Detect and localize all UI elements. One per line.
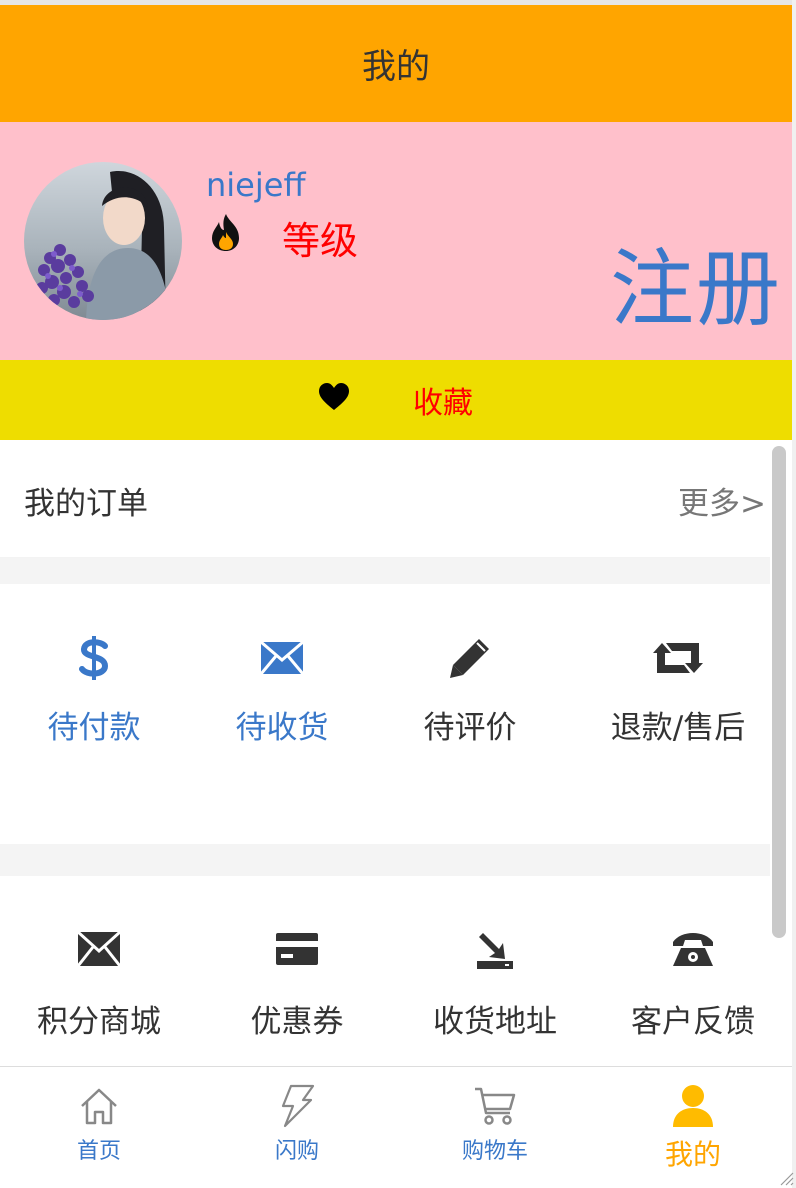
retweet-icon xyxy=(653,643,703,673)
fire-icon xyxy=(212,214,239,251)
credit-card-icon xyxy=(276,933,318,965)
resize-grip-icon[interactable] xyxy=(776,1168,794,1186)
favorites-label: 收藏 xyxy=(413,386,473,421)
heart-icon xyxy=(319,383,349,410)
bottom-tab-bar: 首页 闪购 购物车 我的 xyxy=(0,1066,792,1188)
service-label: 收货地址 xyxy=(433,1004,557,1040)
tab-label: 闪购 xyxy=(274,1139,319,1164)
service-label: 积分商城 xyxy=(37,1004,161,1040)
status-label: 待评价 xyxy=(423,710,517,746)
status-label: 待付款 xyxy=(47,710,141,746)
home-icon xyxy=(81,1088,117,1125)
window-right-border xyxy=(792,0,796,1188)
tab-label: 我的 xyxy=(664,1138,721,1171)
section-divider xyxy=(0,844,770,876)
service-label: 客户反馈 xyxy=(631,1004,755,1040)
services-section: 积分商城 优惠券 收货地址 客户反馈 xyxy=(0,876,792,1066)
phone-icon xyxy=(673,933,713,966)
cart-icon xyxy=(475,1087,516,1125)
username: niejeff xyxy=(206,166,306,204)
service-points-mall[interactable]: 积分商城 xyxy=(0,926,198,1041)
my-orders-row[interactable]: 我的订单 更多> xyxy=(0,440,770,558)
orders-title: 我的订单 xyxy=(24,486,148,522)
section-divider xyxy=(0,558,770,584)
service-shipping-address[interactable]: 收货地址 xyxy=(396,926,594,1041)
order-status-section: 待付款 待收货 待评价 退款/售后 xyxy=(0,584,770,844)
tab-home[interactable]: 首页 xyxy=(0,1081,198,1165)
status-pending-receipt[interactable]: 待收货 xyxy=(188,632,376,747)
service-customer-feedback[interactable]: 客户反馈 xyxy=(594,926,792,1041)
favorites-bar[interactable]: 收藏 xyxy=(0,360,792,440)
profile-card: niejeff 等级 注册 xyxy=(0,122,792,360)
tab-cart[interactable]: 购物车 xyxy=(396,1081,594,1165)
service-label: 优惠券 xyxy=(250,1004,344,1040)
download-icon xyxy=(477,933,513,969)
lightning-icon xyxy=(281,1084,315,1128)
status-label: 退款/售后 xyxy=(610,710,746,746)
register-button[interactable]: 注册 xyxy=(610,222,782,343)
service-coupons[interactable]: 优惠券 xyxy=(198,926,396,1041)
tab-label: 首页 xyxy=(76,1139,121,1164)
avatar-photo xyxy=(24,162,182,320)
pencil-icon xyxy=(450,639,489,678)
tab-mine[interactable]: 我的 xyxy=(594,1081,792,1173)
level-label[interactable]: 等级 xyxy=(282,210,358,265)
orders-more-link[interactable]: 更多> xyxy=(678,478,766,523)
tab-label: 购物车 xyxy=(461,1139,528,1164)
status-refund-aftersale[interactable]: 退款/售后 xyxy=(584,632,772,747)
app-header: 我的 xyxy=(0,5,792,122)
status-pending-payment[interactable]: 待付款 xyxy=(0,632,188,747)
status-label: 待收货 xyxy=(235,710,329,746)
vertical-scrollbar[interactable] xyxy=(772,446,786,938)
avatar[interactable] xyxy=(24,162,182,320)
status-pending-review[interactable]: 待评价 xyxy=(376,632,564,747)
envelope-icon xyxy=(261,642,303,674)
dollar-icon xyxy=(79,636,109,680)
envelope-icon xyxy=(78,932,120,966)
tab-flash-sale[interactable]: 闪购 xyxy=(198,1081,396,1165)
user-icon xyxy=(673,1085,713,1127)
page-title: 我的 xyxy=(362,47,430,87)
